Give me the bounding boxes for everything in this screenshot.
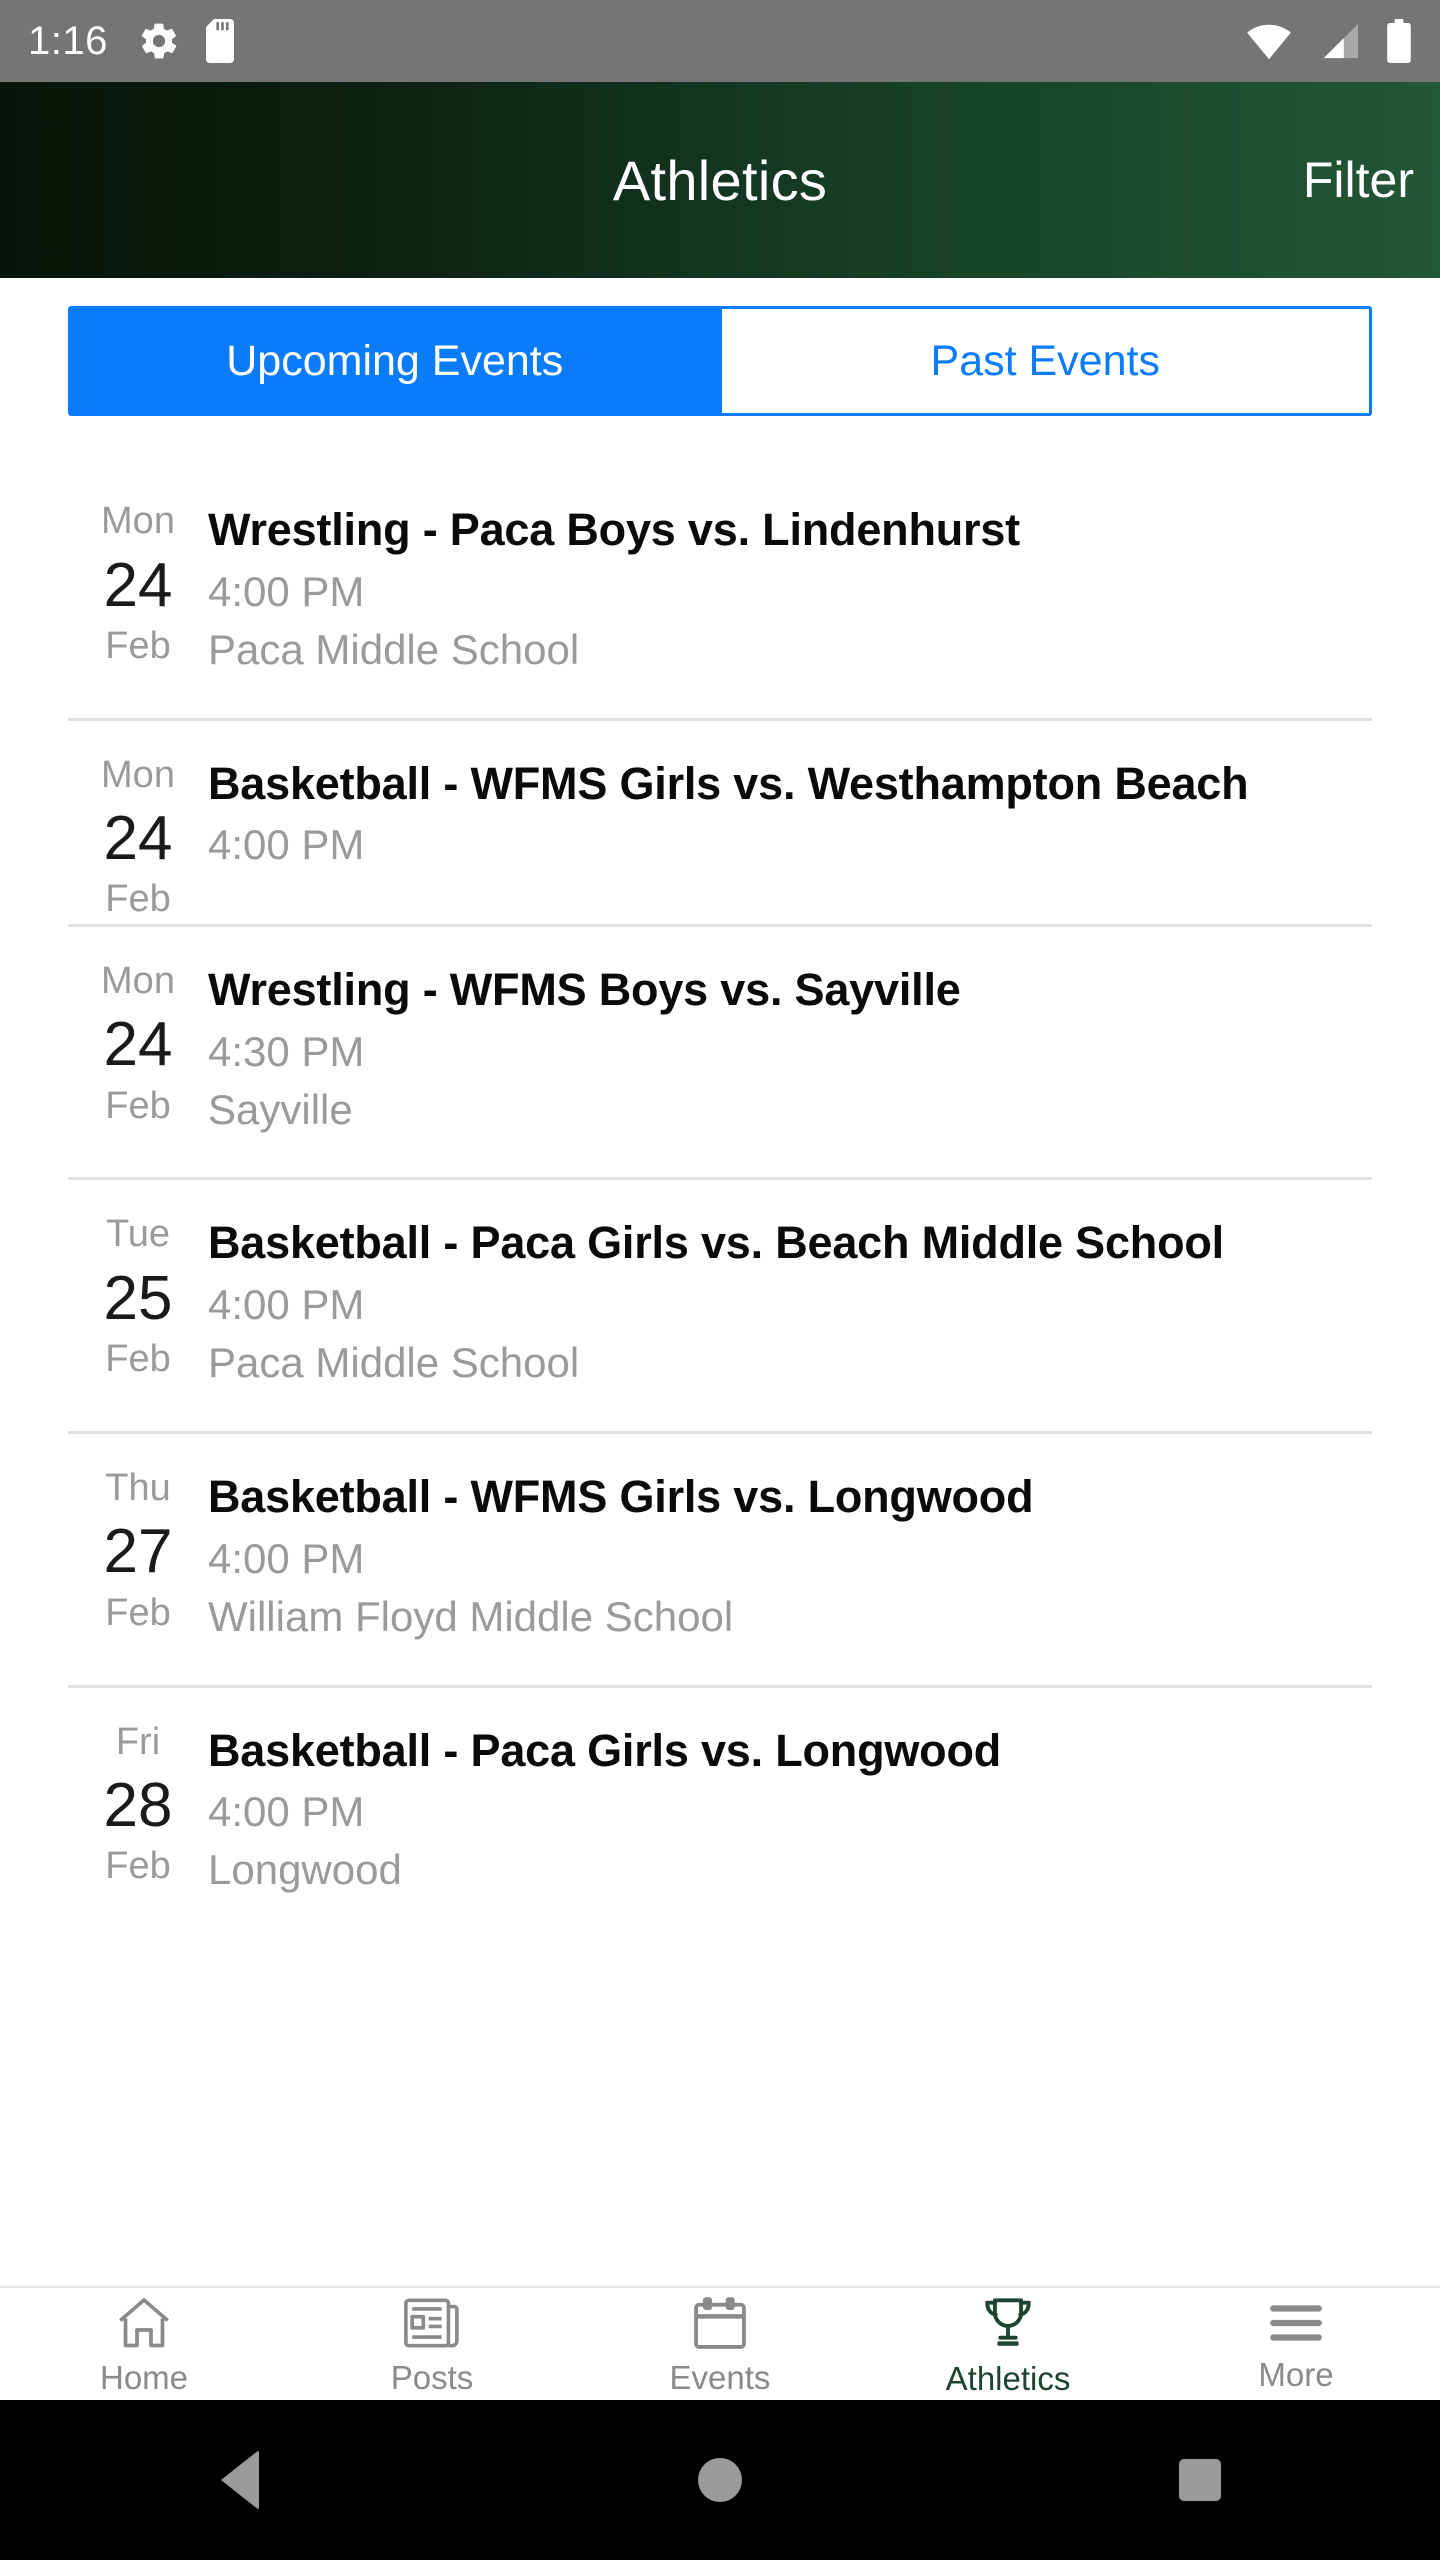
event-month: Feb — [105, 1338, 171, 1381]
event-location: Longwood — [208, 1846, 402, 1894]
event-time: 4:00 PM — [208, 1788, 365, 1836]
event-month: Feb — [105, 1845, 171, 1888]
bottom-navigation: Home Posts Events Athletics More — [0, 2286, 1440, 2400]
event-month: Feb — [105, 624, 171, 667]
bottom-nav-item-athletics[interactable]: Athletics — [864, 2294, 1152, 2395]
event-day-of-week: Mon — [101, 500, 175, 542]
status-bar: 1:16 — [0, 0, 1440, 82]
bottom-nav-label-events: Events — [669, 2358, 771, 2396]
list-item[interactable]: Thu 27 Feb Basketball - WFMS Girls vs. L… — [0, 1430, 1440, 1685]
bottom-nav-label-home: Home — [99, 2358, 189, 2396]
event-day-number: 28 — [103, 1771, 173, 1841]
recents-square-icon — [1178, 2459, 1221, 2501]
cellular-signal-icon — [1323, 23, 1359, 59]
events-tab-group-wrapper: Upcoming Events Past Events — [0, 278, 1440, 416]
filter-button[interactable]: Filter — [1303, 151, 1414, 209]
event-day-of-week: Mon — [101, 959, 175, 1002]
event-title: Basketball - Paca Girls vs. Longwood — [208, 1724, 1002, 1776]
event-month: Feb — [105, 878, 171, 921]
events-tab-group: Upcoming Events Past Events — [68, 306, 1372, 416]
event-title: Basketball - WFMS Girls vs. Longwood — [208, 1470, 1034, 1522]
event-location: William Floyd Middle School — [208, 1592, 734, 1640]
battery-icon — [1387, 19, 1411, 63]
status-bar-clock: 1:16 — [28, 19, 108, 63]
list-item[interactable]: Mon 24 Feb Wrestling - WFMS Boys vs. Say… — [0, 923, 1440, 1178]
event-details: Wrestling - WFMS Boys vs. Sayville 4:30 … — [208, 924, 1372, 1178]
system-home-button[interactable] — [480, 2458, 960, 2502]
event-title: Wrestling - WFMS Boys vs. Sayville — [208, 963, 961, 1015]
bottom-nav-item-home[interactable]: Home — [0, 2295, 288, 2394]
event-title: Basketball - Paca Girls vs. Beach Middle… — [208, 1217, 1224, 1269]
system-navigation-bar — [0, 2400, 1440, 2560]
event-day-of-week: Mon — [101, 753, 175, 796]
tab-past-events[interactable]: Past Events — [721, 309, 1369, 413]
event-details: Basketball - WFMS Girls vs. Westhampton … — [208, 718, 1372, 924]
event-location: Paca Middle School — [208, 1339, 580, 1387]
event-day-number: 24 — [103, 550, 173, 620]
status-bar-system-icons — [1246, 19, 1412, 63]
event-date: Mon 24 Feb — [68, 718, 208, 924]
home-icon — [119, 2297, 169, 2347]
event-day-number: 24 — [103, 804, 173, 874]
event-details: Wrestling - Paca Boys vs. Lindenhurst 4:… — [208, 464, 1372, 718]
list-item[interactable]: Mon 24 Feb Wrestling - Paca Boys vs. Lin… — [0, 464, 1440, 718]
event-date: Mon 24 Feb — [68, 464, 208, 718]
tab-upcoming-events[interactable]: Upcoming Events — [71, 309, 722, 413]
event-day-of-week: Thu — [105, 1466, 171, 1509]
event-list[interactable]: Mon 24 Feb Wrestling - Paca Boys vs. Lin… — [0, 464, 1440, 2286]
home-circle-icon — [698, 2458, 742, 2502]
hamburger-icon — [1270, 2304, 1322, 2341]
wifi-icon — [1247, 24, 1291, 60]
status-bar-notification-icons — [138, 19, 238, 63]
list-item[interactable]: Mon 24 Feb Basketball - WFMS Girls vs. W… — [0, 717, 1440, 924]
event-time: 4:00 PM — [208, 1534, 365, 1582]
event-day-number: 24 — [103, 1010, 173, 1080]
list-item[interactable]: Tue 25 Feb Basketball - Paca Girls vs. B… — [0, 1177, 1440, 1431]
sd-card-icon — [205, 19, 234, 63]
bottom-nav-label-more: More — [1258, 2355, 1334, 2393]
system-back-button[interactable] — [0, 2450, 480, 2510]
bottom-nav-label-athletics: Athletics — [945, 2359, 1071, 2397]
trophy-icon — [985, 2297, 1031, 2346]
calendar-icon — [694, 2296, 746, 2349]
bottom-nav-item-posts[interactable]: Posts — [288, 2295, 576, 2394]
bottom-nav-item-more[interactable]: More — [1152, 2298, 1440, 2391]
event-time: 4:00 PM — [208, 821, 365, 869]
back-triangle-icon — [221, 2450, 260, 2510]
event-date: Mon 24 Feb — [68, 924, 208, 1178]
event-date: Fri 28 Feb — [68, 1685, 208, 1939]
event-details: Basketball - WFMS Girls vs. Longwood 4:0… — [208, 1431, 1372, 1685]
phone-screen: 1:16 Athletics Filter Upcoming Events Pa… — [0, 0, 1440, 2560]
event-time: 4:00 PM — [208, 567, 365, 615]
event-location: Paca Middle School — [208, 625, 580, 673]
event-details: Basketball - Paca Girls vs. Beach Middle… — [208, 1177, 1372, 1431]
event-month: Feb — [105, 1084, 171, 1127]
event-time: 4:30 PM — [208, 1027, 365, 1075]
system-recents-button[interactable] — [960, 2459, 1440, 2501]
event-details: Basketball - Paca Girls vs. Longwood 4:0… — [208, 1685, 1372, 1939]
app-header: Athletics Filter — [0, 82, 1440, 278]
newspaper-icon — [404, 2297, 459, 2348]
event-title: Wrestling - Paca Boys vs. Lindenhurst — [208, 504, 1020, 555]
event-date: Thu 27 Feb — [68, 1431, 208, 1685]
event-location: Sayville — [208, 1085, 353, 1133]
event-month: Feb — [105, 1591, 171, 1634]
event-date: Tue 25 Feb — [68, 1177, 208, 1431]
event-day-number: 27 — [103, 1517, 173, 1587]
event-day-number: 25 — [103, 1263, 173, 1333]
bottom-nav-label-posts: Posts — [390, 2358, 474, 2396]
event-time: 4:00 PM — [208, 1281, 365, 1329]
event-day-of-week: Fri — [115, 1720, 161, 1763]
page-title: Athletics — [612, 148, 828, 212]
event-title: Basketball - WFMS Girls vs. Westhampton … — [208, 757, 1249, 809]
event-day-of-week: Tue — [105, 1213, 171, 1256]
list-item[interactable]: Fri 28 Feb Basketball - Paca Girls vs. L… — [0, 1684, 1440, 1939]
gear-icon — [141, 23, 177, 59]
bottom-nav-item-events[interactable]: Events — [576, 2295, 864, 2394]
